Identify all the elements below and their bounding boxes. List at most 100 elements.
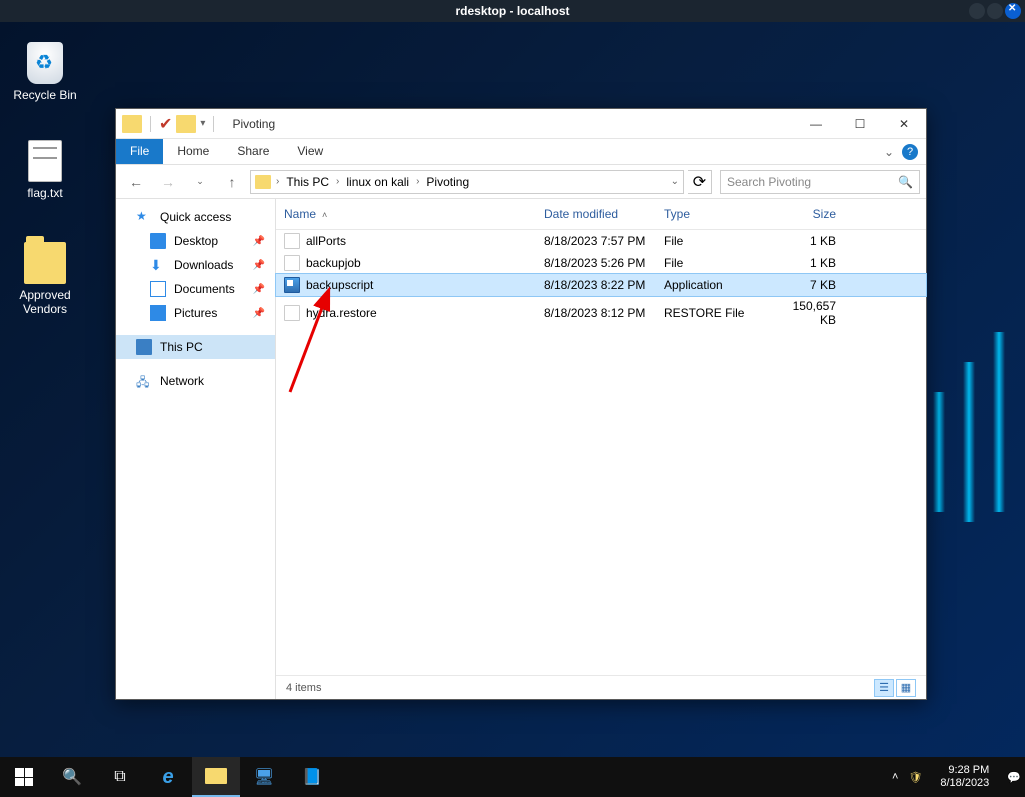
file-name: backupjob <box>306 256 361 270</box>
file-type: File <box>656 254 776 272</box>
recent-locations-button[interactable]: ⌄ <box>186 169 214 195</box>
file-rows: allPorts 8/18/2023 7:57 PMFile1 KB backupj… <box>276 230 926 675</box>
minimize-button[interactable]: — <box>794 109 838 139</box>
up-button[interactable]: ↑ <box>218 169 246 195</box>
search-placeholder: Search Pivoting <box>727 175 811 189</box>
rdesktop-title: rdesktop - localhost <box>455 4 569 18</box>
nav-label: Network <box>160 374 204 388</box>
checkmark-icon[interactable]: ✔ <box>159 114 172 134</box>
file-row[interactable]: hydra.restore8/18/2023 8:12 PMRESTORE Fi… <box>276 296 926 330</box>
file-row[interactable]: backupjob8/18/2023 5:26 PMFile1 KB <box>276 252 926 274</box>
taskbar-app-1[interactable]: 🖥 <box>240 757 288 797</box>
help-icon[interactable]: ? <box>902 144 918 160</box>
search-button[interactable]: 🔍 <box>48 757 96 797</box>
tab-file[interactable]: File <box>116 139 163 164</box>
file-name: allPorts <box>306 234 346 248</box>
col-type[interactable]: Type <box>656 203 776 225</box>
item-count: 4 items <box>286 682 321 694</box>
tab-view[interactable]: View <box>283 139 337 164</box>
tray-security-icon[interactable]: 🛡 <box>908 771 922 784</box>
taskbar: 🔍 ⧉ e 🖥 📘 ˄ 🛡 9:28 PM 8/18/2023 💬 <box>0 757 1025 797</box>
file-date: 8/18/2023 8:12 PM <box>536 304 656 322</box>
nav-downloads[interactable]: Downloads 📌 <box>116 253 275 277</box>
file-date: 8/18/2023 7:57 PM <box>536 232 656 250</box>
file-size: 7 KB <box>776 276 844 294</box>
nav-toolbar: ← → ⌄ ↑ › This PC › linux on kali › Pivo… <box>116 165 926 199</box>
window-titlebar[interactable]: ✔ ▾ Pivoting — ☐ ✕ <box>116 109 926 139</box>
nav-desktop[interactable]: Desktop 📌 <box>116 229 275 253</box>
nav-documents[interactable]: Documents📌 <box>116 277 275 301</box>
file-name: backupscript <box>306 278 373 292</box>
desktop-icon-flag-txt[interactable]: flag.txt <box>8 140 82 200</box>
breadcrumb-pivoting[interactable]: Pivoting <box>422 173 473 191</box>
tab-share[interactable]: Share <box>223 139 283 164</box>
file-size: 150,657 KB <box>776 297 844 329</box>
task-view-button[interactable]: ⧉ <box>96 757 144 797</box>
navigation-pane: ★Quick access Desktop 📌 Downloads 📌 Docume… <box>116 199 276 699</box>
desktop-icon-approved-vendors[interactable]: Approved Vendors <box>8 242 82 316</box>
taskbar-app-2[interactable]: 📘 <box>288 757 336 797</box>
file-row[interactable]: backupscript8/18/2023 8:22 PMApplication… <box>276 274 926 296</box>
maximize-button[interactable]: ☐ <box>838 109 882 139</box>
rdesktop-max-icon[interactable] <box>987 3 1003 19</box>
folder-icon <box>176 115 196 133</box>
taskbar-file-explorer[interactable] <box>192 757 240 797</box>
rdesktop-close-icon[interactable] <box>1005 3 1021 19</box>
tab-home[interactable]: Home <box>163 139 223 164</box>
nav-this-pc[interactable]: This PC <box>116 335 275 359</box>
taskbar-ie[interactable]: e <box>144 757 192 797</box>
recycle-bin-icon <box>27 42 63 84</box>
breadcrumb-linux-on-kali[interactable]: linux on kali <box>342 173 413 191</box>
file-icon <box>284 255 300 271</box>
file-name: hydra.restore <box>306 306 377 320</box>
tray-chevron-icon[interactable]: ˄ <box>892 771 898 783</box>
file-list-pane: Name˄ Date modified Type Size allPorts 8/… <box>276 199 926 699</box>
col-date[interactable]: Date modified <box>536 203 656 225</box>
sort-asc-icon: ˄ <box>322 210 327 220</box>
nav-network[interactable]: 🖧Network <box>116 369 275 393</box>
folder-icon <box>255 175 271 189</box>
view-details-button[interactable]: ☰ <box>874 679 894 697</box>
close-button[interactable]: ✕ <box>882 109 926 139</box>
refresh-button[interactable]: ⟳ <box>688 170 712 194</box>
file-type: Application <box>656 276 776 294</box>
nav-quick-access[interactable]: ★Quick access <box>116 205 275 229</box>
pin-icon: 📌 <box>253 308 265 319</box>
rdesktop-min-icon[interactable] <box>969 3 985 19</box>
col-size[interactable]: Size <box>776 203 844 225</box>
back-button[interactable]: ← <box>122 169 150 195</box>
nav-label: This PC <box>160 340 203 354</box>
desktop-icon-recycle-bin[interactable]: Recycle Bin <box>8 42 82 102</box>
file-icon <box>284 305 300 321</box>
taskbar-clock[interactable]: 9:28 PM 8/18/2023 <box>932 764 997 790</box>
action-center-icon[interactable]: 💬 <box>1007 771 1021 784</box>
window-title: Pivoting <box>232 117 275 131</box>
nav-label: Downloads <box>174 258 233 272</box>
search-icon: 🔍 <box>898 175 913 189</box>
nav-label: Desktop <box>174 234 218 248</box>
file-type: File <box>656 232 776 250</box>
address-dropdown-icon[interactable]: ⌄ <box>671 176 679 187</box>
forward-button[interactable]: → <box>154 169 182 195</box>
file-icon <box>284 233 300 249</box>
search-input[interactable]: Search Pivoting 🔍 <box>720 170 920 194</box>
qat-dropdown-icon[interactable]: ▾ <box>200 118 205 129</box>
col-name: Name˄ <box>276 203 536 225</box>
pin-icon: 📌 <box>253 260 265 271</box>
file-date: 8/18/2023 5:26 PM <box>536 254 656 272</box>
column-headers[interactable]: Name˄ Date modified Type Size <box>276 199 926 230</box>
view-large-icons-button[interactable]: ▦ <box>896 679 916 697</box>
nav-pictures[interactable]: Pictures 📌 <box>116 301 275 325</box>
breadcrumb-this-pc[interactable]: This PC <box>282 173 333 191</box>
address-bar[interactable]: › This PC › linux on kali › Pivoting ⌄ <box>250 170 684 194</box>
file-row[interactable]: allPorts 8/18/2023 7:57 PMFile1 KB <box>276 230 926 252</box>
file-size: 1 KB <box>776 232 844 250</box>
pin-icon: 📌 <box>253 236 265 247</box>
pin-icon: 📌 <box>253 284 265 295</box>
folder-icon <box>122 115 142 133</box>
ribbon-expand-icon[interactable]: ⌄ <box>884 145 894 159</box>
folder-icon <box>24 242 66 284</box>
nav-label: Pictures <box>174 306 217 320</box>
start-button[interactable] <box>0 757 48 797</box>
windows-desktop[interactable]: Recycle Bin flag.txt Approved Vendors ✔ … <box>0 22 1025 797</box>
